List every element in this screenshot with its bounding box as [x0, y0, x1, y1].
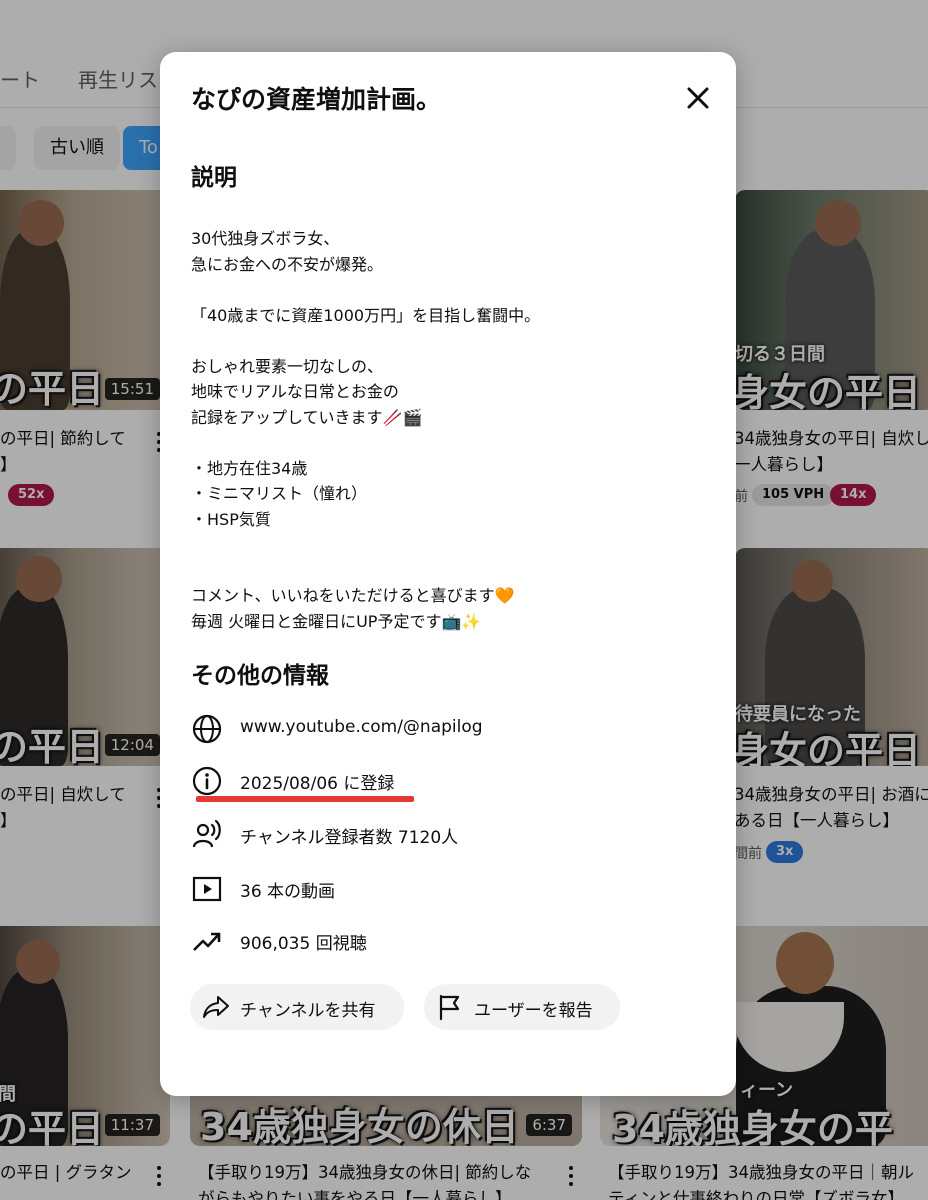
- red-annotation-underline: [196, 796, 414, 802]
- description-heading: 説明: [191, 165, 237, 191]
- channel-description: 30代独身ズボラ女、 急にお金への不安が爆発。 「40歳までに資産1000万円」…: [191, 229, 541, 631]
- share-channel-label: チャンネルを共有: [240, 1001, 376, 1021]
- trending-up-icon: [193, 932, 221, 951]
- share-channel-button[interactable]: チャンネルを共有: [190, 984, 404, 1030]
- subscribers-icon: [192, 819, 221, 848]
- flag-icon: [439, 994, 460, 1021]
- subscribers-row: チャンネル登録者数 7120人: [190, 818, 690, 852]
- joined-date-row: 2025/08/06 に登録: [190, 764, 690, 798]
- view-count: 906,035 回視聴: [240, 934, 367, 954]
- channel-about-dialog: なぴの資産増加計画。 説明 30代独身ズボラ女、 急にお金への不安が爆発。 「4…: [160, 52, 736, 1096]
- other-info-heading: その他の情報: [191, 663, 329, 689]
- report-user-button[interactable]: ユーザーを報告: [424, 984, 620, 1030]
- globe-icon: [192, 714, 222, 744]
- channel-url-row: www.youtube.com/@napilog: [190, 712, 690, 746]
- share-icon: [203, 996, 229, 1018]
- joined-date: 2025/08/06 に登録: [240, 774, 395, 794]
- video-count: 36 本の動画: [240, 882, 336, 902]
- channel-name: なぴの資産増加計画。: [191, 85, 442, 114]
- subscriber-count: チャンネル登録者数 7120人: [240, 828, 459, 848]
- channel-url-link[interactable]: www.youtube.com/@napilog: [240, 717, 483, 737]
- close-button[interactable]: [678, 78, 718, 118]
- video-count-row: 36 本の動画: [190, 872, 690, 906]
- info-icon: [192, 766, 222, 796]
- report-user-label: ユーザーを報告: [474, 1001, 593, 1021]
- view-count-row: 906,035 回視聴: [190, 924, 690, 958]
- close-icon: [687, 87, 709, 109]
- video-icon: [192, 876, 222, 902]
